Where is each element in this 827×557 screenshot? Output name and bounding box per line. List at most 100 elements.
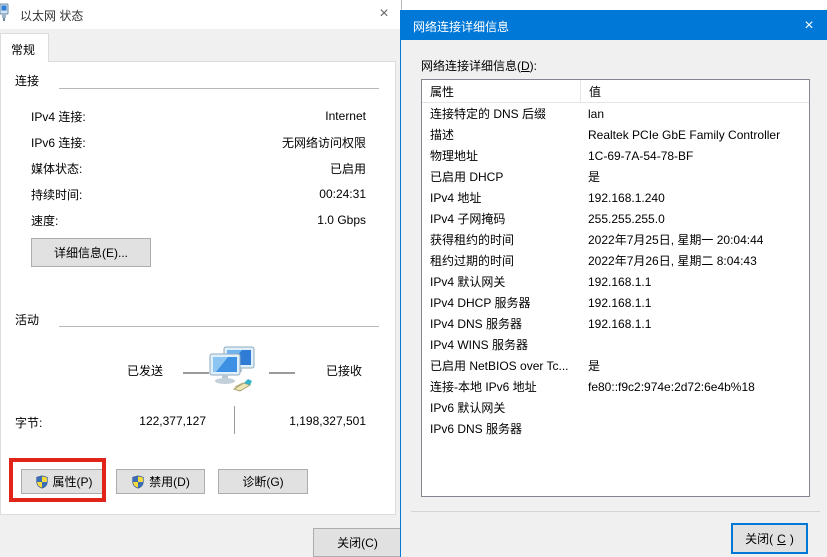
sent-label: 已发送: [127, 362, 163, 379]
disable-button[interactable]: 禁用(D): [116, 469, 205, 494]
connection-group-line: [59, 88, 379, 89]
details-row-value: 192.168.1.1: [580, 296, 809, 310]
tab-general[interactable]: 常规: [0, 33, 49, 62]
connection-row-label: 速度:: [31, 212, 58, 229]
bytes-divider: [234, 406, 235, 434]
tab-general-label: 常规: [11, 43, 35, 57]
activity-group-label: 活动: [15, 311, 39, 328]
details-table-row[interactable]: IPv4 地址 192.168.1.240: [422, 187, 809, 208]
footer-separator: [411, 511, 820, 512]
connection-row-label: IPv6 连接:: [31, 134, 86, 151]
connection-status-row: 持续时间: 00:24:31: [31, 181, 366, 207]
details-table-row[interactable]: 已启用 DHCP 是: [422, 166, 809, 187]
activity-group-line: [59, 326, 379, 327]
value-column-header[interactable]: 值: [580, 80, 809, 102]
details-list-label-mnemonic: D: [521, 59, 530, 73]
details-row-value: 192.168.1.240: [580, 191, 809, 205]
details-row-property: 租约过期的时间: [422, 252, 580, 269]
details-row-value: 2022年7月25日, 星期一 20:04:44: [580, 231, 809, 248]
details-row-value: lan: [580, 107, 809, 121]
details-row-value: fe80::f9c2:974e:2d72:6e4b%18: [580, 380, 809, 394]
details-table-row[interactable]: IPv4 默认网关 192.168.1.1: [422, 271, 809, 292]
details-row-property: 已启用 NetBIOS over Tc...: [422, 357, 580, 374]
ethernet-status-dialog: 以太网 状态 × 常规 连接 IPv4 连接: Internet IPv6 连接…: [0, 0, 402, 557]
network-details-dialog: 网络连接详细信息 × 网络连接详细信息(D): 属性 值 连接特定的 DNS 后…: [400, 10, 827, 557]
disable-button-label: 禁用(D): [149, 473, 190, 490]
connection-status-row: IPv4 连接: Internet: [31, 103, 366, 129]
details-table-row[interactable]: 租约过期的时间 2022年7月26日, 星期二 8:04:43: [422, 250, 809, 271]
details-row-value: Realtek PCIe GbE Family Controller: [580, 128, 809, 142]
details-table-row[interactable]: IPv4 DNS 服务器 192.168.1.1: [422, 313, 809, 334]
connection-row-value: Internet: [325, 109, 366, 123]
property-column-header[interactable]: 属性: [422, 83, 580, 100]
dialog-title: 以太网 状态: [20, 7, 83, 24]
details-row-property: IPv4 WINS 服务器: [422, 336, 580, 353]
details-row-property: IPv4 DNS 服务器: [422, 315, 580, 332]
details-dialog-titlebar: 网络连接详细信息 ×: [401, 11, 827, 40]
details-row-value: 1C-69-7A-54-78-BF: [580, 149, 809, 163]
close-button-mnemonic: C: [777, 532, 786, 546]
connection-row-label: 持续时间:: [31, 186, 82, 203]
details-table-row[interactable]: IPv6 DNS 服务器: [422, 418, 809, 439]
details-row-value: 192.168.1.1: [580, 275, 809, 289]
connection-row-label: IPv4 连接:: [31, 108, 86, 125]
details-table-row[interactable]: 连接特定的 DNS 后缀 lan: [422, 103, 809, 124]
details-row-property: 连接特定的 DNS 后缀: [422, 105, 580, 122]
network-computers-icon: [204, 345, 260, 397]
connection-status-row: IPv6 连接: 无网络访问权限: [31, 129, 366, 155]
close-icon[interactable]: ×: [373, 3, 395, 25]
details-table-row[interactable]: 已启用 NetBIOS over Tc... 是: [422, 355, 809, 376]
connection-status-row: 速度: 1.0 Gbps: [31, 207, 366, 233]
details-row-property: IPv6 DNS 服务器: [422, 420, 580, 437]
ethernet-adapter-icon: [0, 3, 12, 21]
connection-row-value: 已启用: [330, 160, 366, 177]
connection-group-label: 连接: [15, 72, 39, 89]
details-table-row[interactable]: 描述 Realtek PCIe GbE Family Controller: [422, 124, 809, 145]
bytes-sent-value: 122,377,127: [81, 414, 206, 428]
details-row-value: 是: [580, 168, 809, 185]
connection-status-list: IPv4 连接: Internet IPv6 连接: 无网络访问权限 媒体状态:…: [31, 103, 366, 233]
details-table-body: 连接特定的 DNS 后缀 lan 描述 Realtek PCIe GbE Fam…: [422, 103, 809, 439]
close-button[interactable]: 关闭( C): [731, 523, 808, 554]
details-table-row[interactable]: IPv4 WINS 服务器: [422, 334, 809, 355]
details-button[interactable]: 详细信息(E)...: [31, 238, 151, 267]
ethernet-dialog-titlebar: 以太网 状态 ×: [0, 0, 401, 29]
uac-shield-icon: [35, 475, 49, 489]
diagnose-button[interactable]: 诊断(G): [218, 469, 308, 494]
details-row-property: 已启用 DHCP: [422, 168, 580, 185]
details-row-value: 192.168.1.1: [580, 317, 809, 331]
close-button[interactable]: 关闭(C): [313, 528, 402, 557]
details-list-label-prefix: 网络连接详细信息(: [421, 59, 521, 73]
properties-button[interactable]: 属性(P): [21, 469, 106, 494]
details-row-property: IPv4 DHCP 服务器: [422, 294, 580, 311]
details-table-row[interactable]: IPv4 DHCP 服务器 192.168.1.1: [422, 292, 809, 313]
details-table-header: 属性 值: [422, 80, 809, 103]
connection-row-value: 1.0 Gbps: [317, 213, 366, 227]
details-table-row[interactable]: IPv4 子网掩码 255.255.255.0: [422, 208, 809, 229]
details-table-row[interactable]: 连接-本地 IPv6 地址 fe80::f9c2:974e:2d72:6e4b%…: [422, 376, 809, 397]
details-list-label: 网络连接详细信息(D):: [421, 57, 537, 74]
close-button-suffix: ): [790, 532, 794, 546]
details-table-row[interactable]: IPv6 默认网关: [422, 397, 809, 418]
details-row-value: 2022年7月26日, 星期二 8:04:43: [580, 252, 809, 269]
details-row-value: 255.255.255.0: [580, 212, 809, 226]
details-row-property: IPv4 地址: [422, 189, 580, 206]
close-icon[interactable]: ×: [797, 14, 821, 37]
connection-row-value: 无网络访问权限: [282, 134, 366, 151]
details-row-property: 物理地址: [422, 147, 580, 164]
details-table: 属性 值 连接特定的 DNS 后缀 lan 描述 Realtek PCIe Gb…: [421, 79, 810, 497]
details-row-value: 是: [580, 357, 809, 374]
details-dialog-title: 网络连接详细信息: [413, 18, 509, 35]
bytes-received-value: 1,198,327,501: [241, 414, 366, 428]
details-table-row[interactable]: 物理地址 1C-69-7A-54-78-BF: [422, 145, 809, 166]
received-dash: [269, 372, 295, 374]
close-button-prefix: 关闭(: [745, 530, 773, 547]
uac-shield-icon: [131, 475, 145, 489]
details-table-row[interactable]: 获得租约的时间 2022年7月25日, 星期一 20:04:44: [422, 229, 809, 250]
details-row-property: IPv6 默认网关: [422, 399, 580, 416]
bytes-label: 字节:: [15, 414, 42, 431]
details-row-property: IPv4 默认网关: [422, 273, 580, 290]
details-row-property: 描述: [422, 126, 580, 143]
details-row-property: 连接-本地 IPv6 地址: [422, 378, 580, 395]
connection-row-label: 媒体状态:: [31, 160, 82, 177]
